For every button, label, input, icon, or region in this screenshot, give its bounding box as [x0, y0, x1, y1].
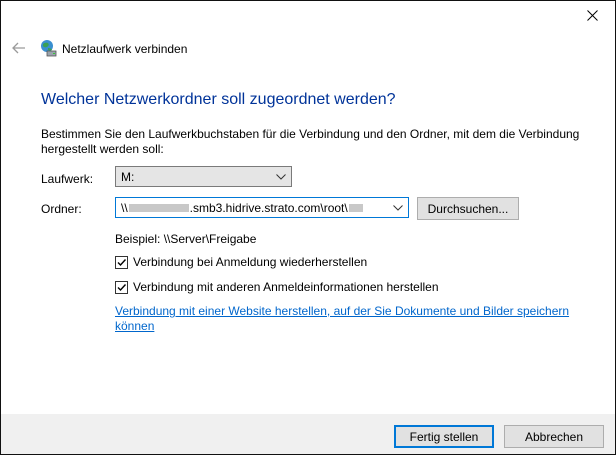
example-text: Beispiel: \\Server\Freigabe	[115, 232, 257, 246]
reconnect-option[interactable]: Verbindung bei Anmeldung wiederherstelle…	[115, 255, 367, 269]
other-credentials-checkbox[interactable]	[115, 280, 128, 294]
chevron-down-icon	[271, 167, 291, 186]
drive-label: Laufwerk:	[41, 172, 94, 186]
page-heading: Welcher Netzwerkordner soll zugeordnet w…	[41, 91, 396, 108]
close-button[interactable]	[569, 1, 615, 32]
browse-button[interactable]: Durchsuchen...	[417, 197, 519, 220]
folder-input[interactable]: \\ .smb3.hidrive.strato.com\root\	[115, 197, 409, 218]
chevron-down-icon[interactable]	[388, 198, 408, 217]
reconnect-checkbox[interactable]	[115, 255, 128, 269]
back-button[interactable]	[9, 39, 29, 59]
drive-select[interactable]: M:	[115, 166, 292, 187]
drive-select-value: M:	[121, 169, 135, 184]
dialog-footer: Fertig stellen Abbrechen	[1, 414, 615, 454]
website-link[interactable]: Verbindung mit einer Website herstellen,…	[115, 304, 575, 334]
redacted-host	[128, 204, 189, 213]
page-description: Bestimmen Sie den Laufwerkbuchstaben für…	[41, 127, 580, 156]
finish-button[interactable]: Fertig stellen	[394, 425, 494, 448]
other-credentials-option[interactable]: Verbindung mit anderen Anmeldeinformatio…	[115, 280, 439, 294]
map-network-drive-dialog: Netzlaufwerk verbinden Welcher Netzwerko…	[0, 0, 616, 455]
reconnect-label: Verbindung bei Anmeldung wiederherstelle…	[133, 255, 368, 269]
arrow-left-icon	[12, 42, 26, 57]
redacted-path	[348, 204, 363, 213]
cancel-button[interactable]: Abbrechen	[504, 425, 604, 448]
close-icon	[586, 9, 598, 24]
folder-input-value: \\ .smb3.hidrive.strato.com\root\	[116, 201, 388, 215]
network-drive-icon	[39, 39, 57, 57]
other-credentials-label: Verbindung mit anderen Anmeldeinformatio…	[133, 280, 439, 294]
wizard-title: Netzlaufwerk verbinden	[62, 42, 188, 56]
folder-label: Ordner:	[41, 202, 82, 216]
